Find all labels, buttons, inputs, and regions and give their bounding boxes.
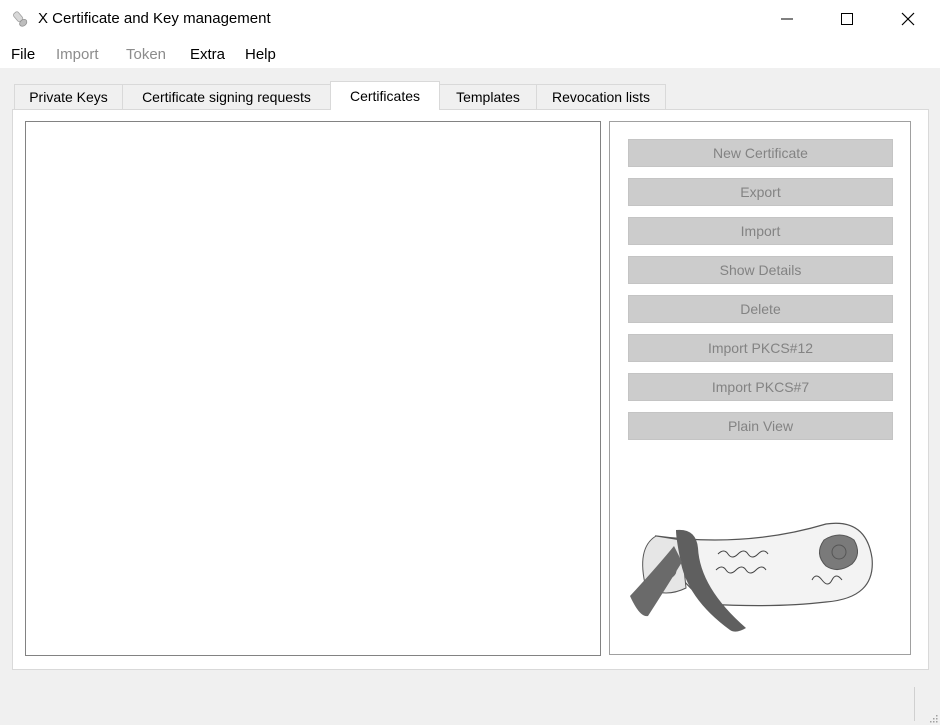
menu-bar: File Import Token Extra Help xyxy=(0,38,940,68)
minimize-icon xyxy=(781,18,793,20)
tab-label: Revocation lists xyxy=(551,89,651,105)
tab-templates[interactable]: Templates xyxy=(439,84,537,109)
menu-extra[interactable]: Extra xyxy=(190,46,225,63)
show-details-button[interactable]: Show Details xyxy=(628,256,893,284)
button-label: New Certificate xyxy=(713,145,808,161)
menu-help[interactable]: Help xyxy=(245,46,276,63)
tab-revocation-lists[interactable]: Revocation lists xyxy=(536,84,666,109)
maximize-button[interactable] xyxy=(817,0,877,38)
button-label: Import xyxy=(740,223,781,239)
export-button[interactable]: Export xyxy=(628,178,893,206)
status-bar xyxy=(0,672,940,725)
import-pkcs12-button[interactable]: Import PKCS#12 xyxy=(628,334,893,362)
plain-view-button[interactable]: Plain View xyxy=(628,412,893,440)
button-label: Plain View xyxy=(727,418,794,434)
tab-label: Private Keys xyxy=(29,89,108,105)
new-certificate-button[interactable]: New Certificate xyxy=(628,139,893,167)
tab-certificates[interactable]: Certificates xyxy=(330,81,440,110)
tab-label: Certificates xyxy=(349,88,421,104)
button-label: Export xyxy=(740,184,781,200)
delete-button[interactable]: Delete xyxy=(628,295,893,323)
close-icon xyxy=(901,12,915,26)
close-button[interactable] xyxy=(878,0,938,38)
import-pkcs7-button[interactable]: Import PKCS#7 xyxy=(628,373,893,401)
status-bar-separator xyxy=(914,687,915,721)
maximize-icon xyxy=(841,13,853,25)
button-label: Delete xyxy=(740,301,781,317)
tab-label: Templates xyxy=(456,89,520,105)
certificate-app-icon xyxy=(12,11,28,27)
menu-file[interactable]: File xyxy=(11,46,35,63)
title-bar: X Certificate and Key management xyxy=(0,0,940,38)
window-title: X Certificate and Key management xyxy=(38,10,271,27)
button-label: Show Details xyxy=(719,262,802,278)
resize-grip-icon[interactable] xyxy=(928,713,938,723)
button-label: Import PKCS#12 xyxy=(707,340,814,356)
minimize-button[interactable] xyxy=(757,0,817,38)
button-label: Import PKCS#7 xyxy=(711,379,810,395)
scroll-with-wax-seal-icon xyxy=(630,522,873,632)
import-button[interactable]: Import xyxy=(628,217,893,245)
certificate-list[interactable] xyxy=(25,121,601,656)
tab-private-keys[interactable]: Private Keys xyxy=(14,84,123,109)
menu-token[interactable]: Token xyxy=(126,46,166,63)
tab-certificate-signing-requests[interactable]: Certificate signing requests xyxy=(122,84,331,109)
action-panel: New Certificate Export Import Show Detai… xyxy=(609,121,911,655)
tab-label: Certificate signing requests xyxy=(142,89,311,105)
menu-import[interactable]: Import xyxy=(56,46,99,63)
